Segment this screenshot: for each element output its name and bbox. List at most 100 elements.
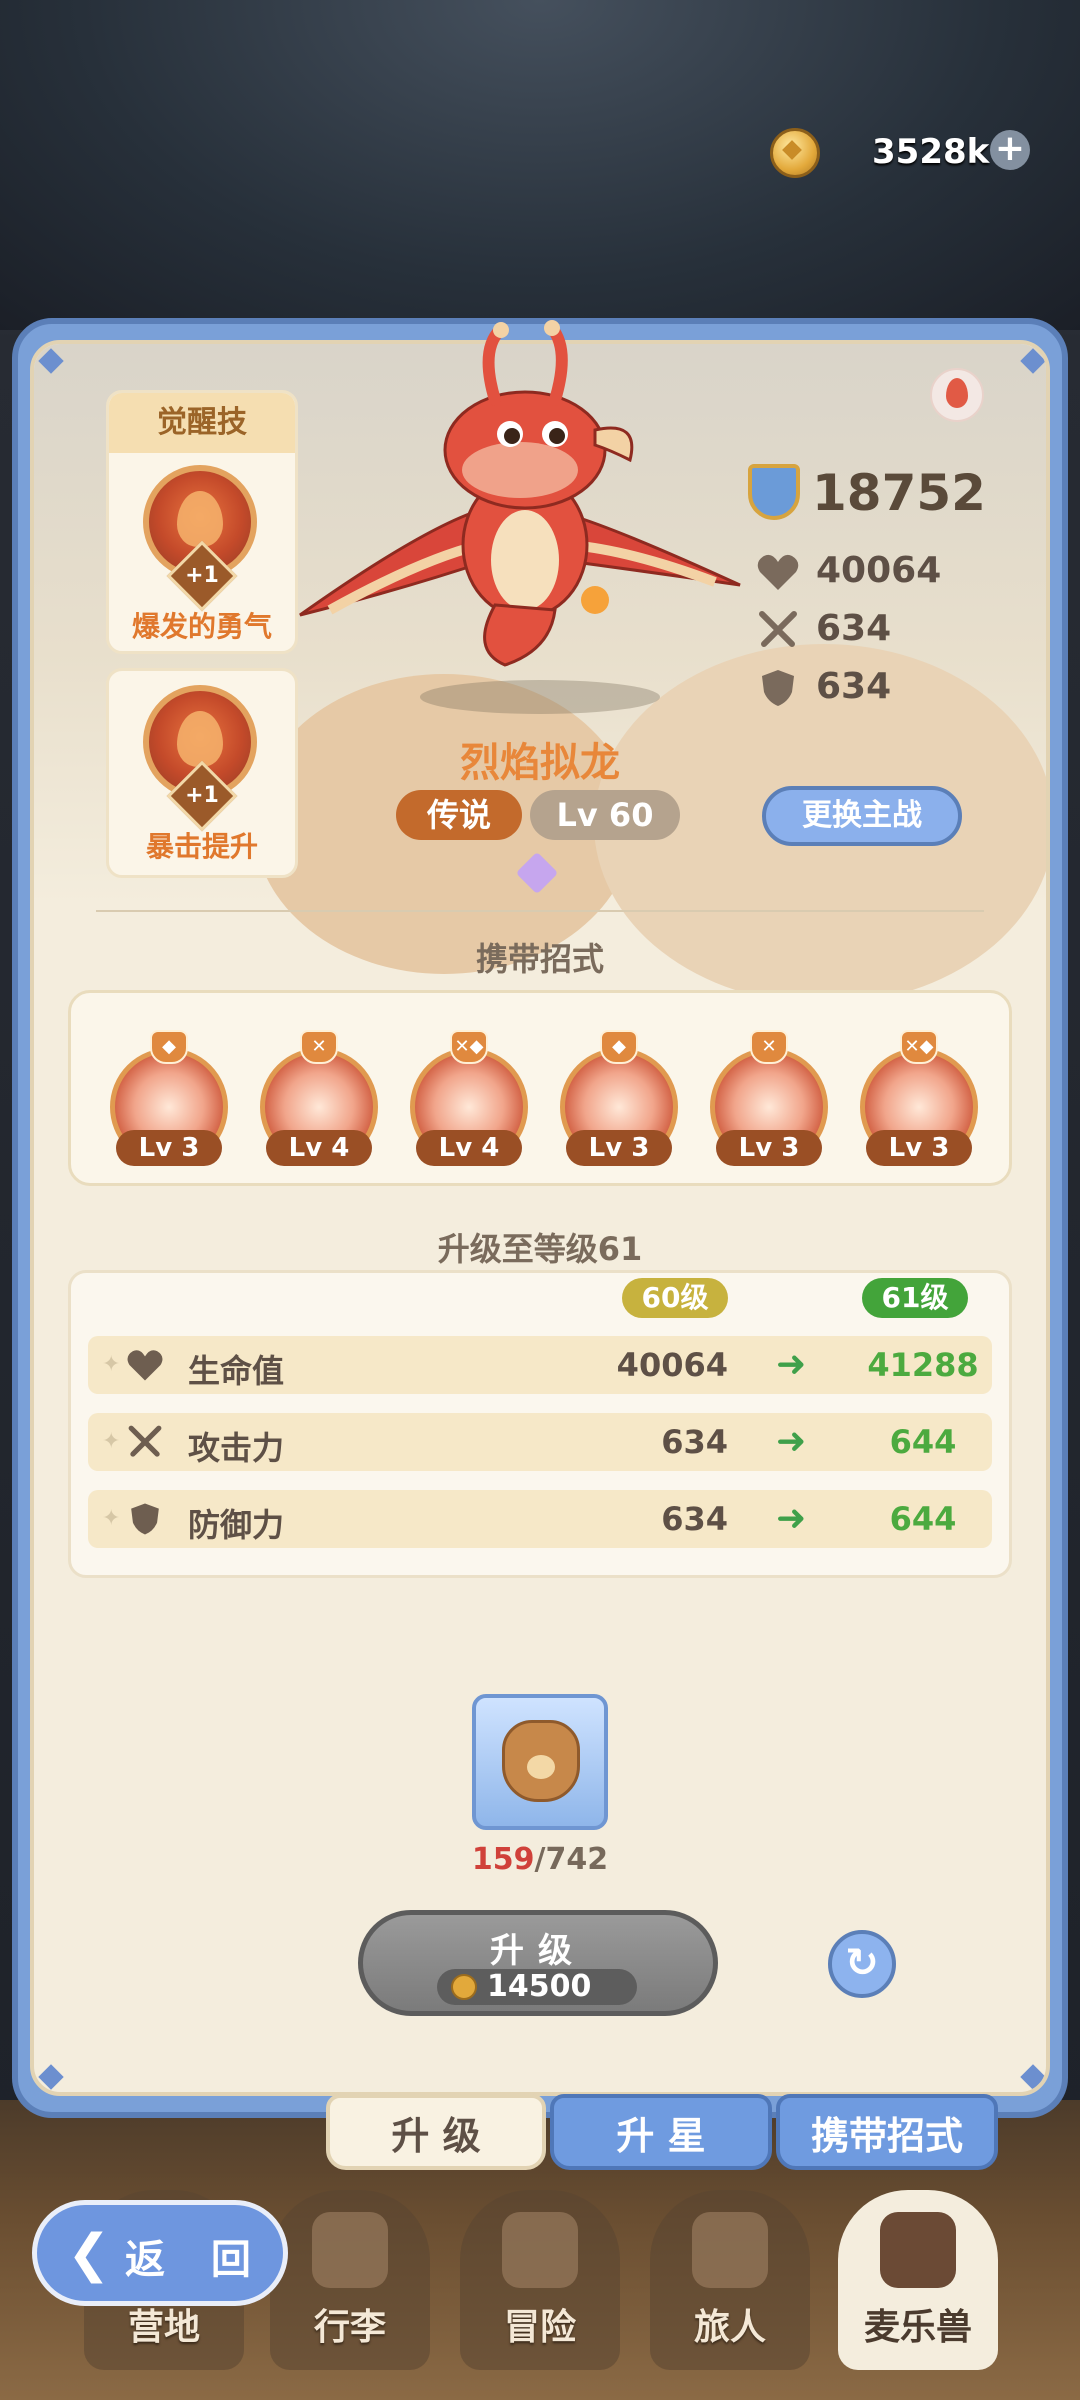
move-level: Lv 3 xyxy=(866,1130,972,1166)
refresh-icon[interactable]: ↻ xyxy=(828,1930,896,1998)
stat-row-attack: ✦ 攻击力 634 ➜ 644 xyxy=(88,1413,992,1471)
add-currency-button[interactable]: + xyxy=(990,130,1030,170)
coin-icon xyxy=(451,1974,477,2000)
move-slot[interactable]: ✕◆ Lv 3 xyxy=(856,1030,982,1170)
stat-new-value: 644 xyxy=(889,1500,957,1538)
swords-icon: ✕ xyxy=(300,1030,338,1064)
fire-dragon-monster[interactable] xyxy=(270,310,770,690)
swords-icon: ✕ xyxy=(750,1030,788,1064)
food-bag-icon xyxy=(502,1720,580,1802)
stat-label: 攻击力 xyxy=(188,1429,285,1467)
moves-section-title: 携带招式 xyxy=(475,940,604,978)
upgrade-button-label: 升级 xyxy=(490,1931,586,1971)
material-have: 159 xyxy=(471,1842,535,1877)
arrow-right-icon: ➜ xyxy=(776,1421,807,1462)
stat-old-value: 40064 xyxy=(616,1346,728,1384)
nav-mailezhou[interactable]: 麦乐兽 xyxy=(838,2190,998,2370)
nav-label: 旅人 xyxy=(693,2307,766,2348)
stat-row-defense: ✦ 防御力 634 ➜ 644 xyxy=(88,1490,992,1548)
move-slot[interactable]: ✕ Lv 4 xyxy=(256,1030,382,1170)
hp-value: 40064 xyxy=(816,550,942,591)
tab-moves[interactable]: 携带招式 xyxy=(776,2094,998,2170)
star-bullet-icon: ✦ xyxy=(102,1429,121,1454)
fire-icon[interactable] xyxy=(930,368,984,422)
corner-ornament xyxy=(38,2064,64,2090)
stat-new-value: 644 xyxy=(889,1423,957,1461)
awakening-skill-card[interactable]: +1 暴击提升 xyxy=(106,668,298,878)
move-slot[interactable]: ✕◆ Lv 4 xyxy=(406,1030,532,1170)
stat-row-hp: ✦ 生命值 40064 ➜ 41288 xyxy=(88,1336,992,1394)
swords-icon xyxy=(128,1425,162,1457)
stat-label: 防御力 xyxy=(188,1506,285,1544)
move-level: Lv 3 xyxy=(566,1130,672,1166)
shield-icon: ◆ xyxy=(600,1030,638,1064)
currency-amount: 3528k xyxy=(872,132,990,172)
combat-power-icon xyxy=(748,464,800,520)
back-button[interactable]: ❮ 返 回 xyxy=(32,2200,288,2306)
heart-icon xyxy=(757,554,799,590)
nav-luggage[interactable]: 行李 xyxy=(270,2190,430,2370)
move-level: Lv 4 xyxy=(266,1130,372,1166)
swords-icon xyxy=(759,611,797,647)
upgrade-button[interactable]: 升级 14500 xyxy=(358,1910,718,2016)
level-badge: Lv 60 xyxy=(530,790,680,840)
skill-bonus: +1 xyxy=(185,563,219,588)
upgrade-cost: 14500 xyxy=(487,1969,592,2004)
upgrade-section-title: 升级至等级61 xyxy=(437,1230,643,1268)
stat-new-value: 41288 xyxy=(867,1346,979,1384)
nav-label: 行李 xyxy=(313,2307,386,2348)
star-bullet-icon: ✦ xyxy=(102,1506,121,1531)
tab-upgrade[interactable]: 升 级 xyxy=(326,2094,546,2170)
chest-icon xyxy=(312,2212,388,2288)
tab-star-up[interactable]: 升 星 xyxy=(550,2094,772,2170)
nav-adventure[interactable]: 冒险 xyxy=(460,2190,620,2370)
heart-icon xyxy=(127,1350,163,1381)
stat-old-value: 634 xyxy=(661,1423,728,1461)
move-slot[interactable]: ✕ Lv 3 xyxy=(706,1030,832,1170)
material-count: 159/742 xyxy=(440,1842,640,1877)
material-need: 742 xyxy=(545,1842,609,1877)
fox-icon xyxy=(880,2212,956,2288)
material-slot[interactable] xyxy=(472,1694,608,1830)
stat-label: 生命值 xyxy=(188,1352,285,1390)
move-level: Lv 3 xyxy=(716,1130,822,1166)
corner-ornament xyxy=(1020,2064,1046,2090)
shield-icon xyxy=(131,1503,159,1535)
coin-icon xyxy=(770,128,820,178)
divider xyxy=(96,910,984,912)
swords-shield-icon: ✕◆ xyxy=(900,1030,938,1064)
shield-icon xyxy=(762,670,794,706)
switch-main-button[interactable]: 更换主战 xyxy=(762,786,962,846)
nav-label: 麦乐兽 xyxy=(863,2307,972,2348)
stat-old-value: 634 xyxy=(661,1500,728,1538)
nav-traveler[interactable]: 旅人 xyxy=(650,2190,810,2370)
current-level-badge: 60级 xyxy=(622,1278,728,1318)
traveler-portrait-icon xyxy=(692,2212,768,2288)
back-arrow-icon: ❮ xyxy=(67,2224,111,2284)
defense-value: 634 xyxy=(816,666,892,707)
material-separator: / xyxy=(534,1842,546,1877)
nav-label: 冒险 xyxy=(503,2307,576,2348)
arrow-right-icon: ➜ xyxy=(776,1344,807,1385)
skill-name: 暴击提升 xyxy=(145,830,258,863)
move-level: Lv 4 xyxy=(416,1130,522,1166)
move-level: Lv 3 xyxy=(116,1130,222,1166)
monster-name: 烈焰拟龙 xyxy=(460,740,620,786)
move-slot[interactable]: ◆ Lv 3 xyxy=(106,1030,232,1170)
rarity-badge: 传说 xyxy=(396,790,522,840)
attack-value: 634 xyxy=(816,608,892,649)
next-level-badge: 61级 xyxy=(862,1278,968,1318)
combat-power-value: 18752 xyxy=(812,464,986,522)
currency-bar: 3528k + xyxy=(760,128,1040,178)
crossed-swords-icon xyxy=(502,2212,578,2288)
back-button-label: 返 回 xyxy=(125,2237,267,2283)
shield-icon: ◆ xyxy=(150,1030,188,1064)
move-slot[interactable]: ◆ Lv 3 xyxy=(556,1030,682,1170)
skill-bonus: +1 xyxy=(185,783,219,808)
arrow-right-icon: ➜ xyxy=(776,1498,807,1539)
cost-pill: 14500 xyxy=(437,1969,637,2005)
swords-shield-icon: ✕◆ xyxy=(450,1030,488,1064)
star-bullet-icon: ✦ xyxy=(102,1352,121,1377)
skill-name: 爆发的勇气 xyxy=(131,610,272,643)
awakening-title: 觉醒技 xyxy=(109,393,295,453)
